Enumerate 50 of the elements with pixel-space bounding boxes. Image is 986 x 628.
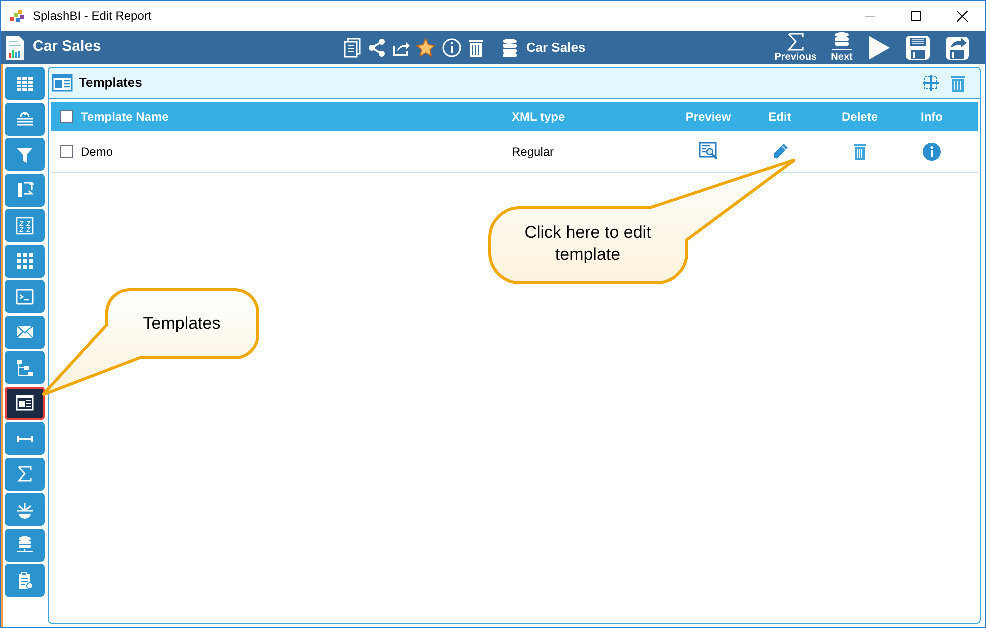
- previous-button[interactable]: Previous: [774, 32, 817, 63]
- star-icon[interactable]: [416, 38, 436, 58]
- sliders-icon: [15, 109, 35, 129]
- save-export-icon[interactable]: [945, 34, 971, 60]
- database-icon: [502, 38, 518, 58]
- save-icon[interactable]: [905, 34, 931, 60]
- width-icon: [17, 436, 33, 442]
- play-icon[interactable]: [867, 34, 891, 60]
- app-logo-icon: [9, 9, 25, 23]
- close-icon[interactable]: [956, 10, 968, 22]
- report-title: Car Sales: [33, 37, 102, 58]
- column-header: Edit: [768, 108, 792, 126]
- column-header: Template Name: [81, 108, 170, 126]
- swap-icon: [15, 180, 35, 200]
- select-all-checkbox[interactable]: [60, 110, 72, 123]
- trash-icon[interactable]: [468, 38, 484, 58]
- hierarchy-icon: [15, 358, 35, 378]
- terminal-icon: [15, 286, 35, 306]
- info-icon[interactable]: [442, 38, 462, 58]
- panel-title: Templates: [79, 74, 142, 92]
- preview-icon[interactable]: [699, 142, 718, 161]
- trash-icon[interactable]: [951, 74, 965, 92]
- window-title: SplashBI - Edit Report: [33, 8, 152, 25]
- tiles-icon: [15, 251, 35, 271]
- info-icon[interactable]: [923, 142, 941, 160]
- database-icon: [15, 535, 35, 555]
- table-cell: Demo: [81, 144, 114, 158]
- next-button[interactable]: Next: [831, 32, 853, 63]
- report-icon: [5, 34, 25, 60]
- column-header: Info: [920, 108, 944, 126]
- row-checkbox[interactable]: [60, 145, 72, 158]
- move-icon[interactable]: [923, 75, 939, 91]
- document-icon[interactable]: [344, 38, 362, 58]
- pencil-icon[interactable]: [772, 143, 788, 160]
- trash-icon[interactable]: [854, 144, 866, 160]
- sum-icon: [15, 464, 35, 484]
- column-header: Preview: [684, 108, 732, 126]
- template-icon: [15, 393, 35, 413]
- share-icon[interactable]: [368, 38, 386, 58]
- datasource-name: Car Sales: [526, 38, 586, 57]
- sort-icon: [15, 216, 35, 236]
- callout-text: Templates: [142, 313, 222, 335]
- sigma-icon: [786, 32, 806, 52]
- template-icon: [52, 74, 73, 92]
- table-cell: Regular: [512, 144, 554, 158]
- maximize-icon[interactable]: [911, 11, 921, 21]
- column-header: Delete: [840, 108, 880, 126]
- column-header: XML type: [512, 108, 566, 126]
- sidebar-button[interactable]: [5, 386, 45, 420]
- callout-text: Click here to edit template: [524, 222, 652, 266]
